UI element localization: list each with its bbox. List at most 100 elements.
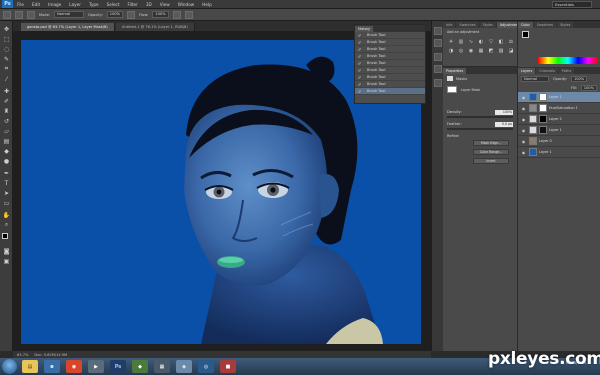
menu-edit[interactable]: Edit <box>28 2 44 7</box>
tab-styles-2[interactable]: Styles <box>557 22 574 28</box>
pen-tool-icon[interactable]: ✒ <box>2 169 11 177</box>
airbrush-icon[interactable] <box>172 10 181 19</box>
foreground-color[interactable] <box>2 233 8 239</box>
tab-info[interactable]: Info <box>443 22 456 28</box>
visibility-eye-icon[interactable]: ◉ <box>520 149 527 156</box>
vibrance-icon[interactable]: ▽ <box>487 39 495 46</box>
menu-select[interactable]: Select <box>103 2 124 7</box>
history-item[interactable]: ✐ Brush Tool <box>355 32 425 39</box>
visibility-eye-icon[interactable]: ◉ <box>520 94 527 101</box>
app-icon-8[interactable]: ◈ <box>176 360 192 373</box>
color-ramp[interactable] <box>538 57 598 64</box>
tab-channels[interactable]: Channels <box>536 68 558 74</box>
visibility-eye-icon[interactable]: ◉ <box>520 116 527 123</box>
tab-gansta[interactable]: gansta.psd @ 63.7% (Layer 1, Layer Mask/… <box>21 23 115 31</box>
history-item[interactable]: ✐ Brush Tool <box>355 60 425 67</box>
history-item[interactable]: ✐ Brush Tool <box>355 39 425 46</box>
density-slider[interactable] <box>447 116 513 118</box>
gradient-tool-icon[interactable]: ▤ <box>2 137 11 145</box>
layer-opacity-field[interactable]: 100% <box>570 76 588 82</box>
invert-button[interactable]: Invert <box>473 158 509 164</box>
pressure-opacity-icon[interactable] <box>127 10 136 19</box>
visibility-eye-icon[interactable]: ◉ <box>520 127 527 134</box>
tab-swatches[interactable]: Swatches <box>456 22 479 28</box>
media-icon[interactable]: ▶ <box>88 360 104 373</box>
layer-row[interactable]: ◉ Layer 2 <box>518 114 600 125</box>
menu-layer[interactable]: Layer <box>65 2 85 7</box>
chrome-icon[interactable]: ◉ <box>66 360 82 373</box>
path-select-icon[interactable]: ➤ <box>2 189 11 197</box>
visibility-eye-icon[interactable]: ◉ <box>520 138 527 145</box>
tab-properties[interactable]: Properties <box>443 68 467 74</box>
history-brush-icon[interactable]: ↺ <box>2 117 11 125</box>
history-dock-icon[interactable] <box>434 27 442 35</box>
layer-row[interactable]: ◉ Layer 1 <box>518 147 600 158</box>
hue-saturation-icon[interactable]: ◧ <box>497 39 505 46</box>
app-icon-10[interactable]: ■ <box>220 360 236 373</box>
menu-file[interactable]: File <box>13 2 28 7</box>
type-tool-icon[interactable]: T <box>2 179 11 187</box>
menu-window[interactable]: Window <box>174 2 199 7</box>
layer-fill-field[interactable]: 100% <box>580 85 597 91</box>
quick-mask-icon[interactable]: ◙ <box>2 247 11 255</box>
clone-source-dock-icon[interactable] <box>434 65 442 73</box>
lasso-tool-icon[interactable]: ◌ <box>2 45 11 53</box>
exposure-icon[interactable]: ◐ <box>477 39 485 46</box>
menu-view[interactable]: View <box>156 2 174 7</box>
history-item[interactable]: ✐ Brush Tool <box>355 74 425 81</box>
brightness-icon[interactable]: ☀ <box>447 39 455 46</box>
color-lookup-icon[interactable]: ▦ <box>477 48 485 55</box>
ps-taskbar-icon[interactable]: Ps <box>110 360 126 373</box>
brush-tool-icon[interactable] <box>3 10 11 19</box>
history-item[interactable]: ✐ Brush Tool <box>355 67 425 74</box>
levels-icon[interactable]: ▥ <box>457 39 465 46</box>
start-button[interactable] <box>2 359 17 374</box>
history-item[interactable]: ✐ Brush Tool <box>355 53 425 60</box>
tab-styles[interactable]: Styles <box>479 22 496 28</box>
menu-3d[interactable]: 3D <box>142 2 156 7</box>
history-item[interactable]: ✐ Brush Tool <box>355 46 425 53</box>
dodge-tool-icon[interactable]: ● <box>2 157 11 165</box>
layer-row[interactable]: ◉ Layer 1 <box>518 125 600 136</box>
tab-swatches-2[interactable]: Swatches <box>533 22 557 28</box>
actions-dock-icon[interactable] <box>434 39 442 47</box>
brush-preset-icon[interactable] <box>15 10 23 19</box>
history-item[interactable]: ✐ Brush Tool <box>355 81 425 88</box>
mask-thumbnail[interactable] <box>447 86 457 93</box>
photo-filter-icon[interactable]: ◎ <box>457 48 465 55</box>
hand-tool-icon[interactable]: ✋ <box>2 211 11 219</box>
tab-history[interactable]: History <box>355 26 374 32</box>
fg-swatch[interactable] <box>522 31 529 38</box>
shape-tool-icon[interactable]: ▭ <box>2 199 11 207</box>
ie-icon[interactable]: e <box>44 360 60 373</box>
app-icon-7[interactable]: ▦ <box>154 360 170 373</box>
channel-mixer-icon[interactable]: ◉ <box>467 48 475 55</box>
tab-untitled[interactable]: Untitled-1 @ 76.1% (Layer 1, RGB/8) <box>115 23 195 31</box>
eraser-tool-icon[interactable]: ▱ <box>2 127 11 135</box>
layer-row[interactable]: ◉ Hue/Saturation 1 <box>518 103 600 114</box>
eyedropper-tool-icon[interactable]: ⁄ <box>2 75 11 83</box>
brush-dock-icon[interactable] <box>434 53 442 61</box>
clone-stamp-icon[interactable]: ♜ <box>2 107 11 115</box>
brush-panel-icon[interactable] <box>27 10 35 19</box>
menu-type[interactable]: Type <box>85 2 103 7</box>
threshold-icon[interactable]: ◪ <box>507 48 515 55</box>
app-icon-6[interactable]: ◆ <box>132 360 148 373</box>
app-icon-9[interactable]: ◎ <box>198 360 214 373</box>
healing-brush-icon[interactable]: ✚ <box>2 87 11 95</box>
marquee-tool-icon[interactable]: ⬚ <box>2 35 11 43</box>
flow-field[interactable]: 100% <box>152 11 169 18</box>
crop-tool-icon[interactable]: ⌗ <box>2 65 11 73</box>
feather-field[interactable]: 0.0 px <box>495 121 513 127</box>
color-balance-icon[interactable]: ⚖ <box>507 39 515 46</box>
layer-row-selected[interactable]: ◉ Layer 1 <box>518 92 600 103</box>
zoom-level[interactable]: 63.7% <box>17 353 28 357</box>
move-tool-icon[interactable]: ✥ <box>2 25 11 33</box>
tab-layers[interactable]: Layers <box>518 68 536 74</box>
explorer-icon[interactable]: ▤ <box>22 360 38 373</box>
feather-slider[interactable] <box>447 128 513 130</box>
mode-select[interactable]: Normal <box>54 11 85 18</box>
mask-edge-button[interactable]: Mask Edge... <box>473 140 509 146</box>
posterize-icon[interactable]: ▨ <box>497 48 505 55</box>
screen-mode-icon[interactable]: ▣ <box>2 257 11 265</box>
